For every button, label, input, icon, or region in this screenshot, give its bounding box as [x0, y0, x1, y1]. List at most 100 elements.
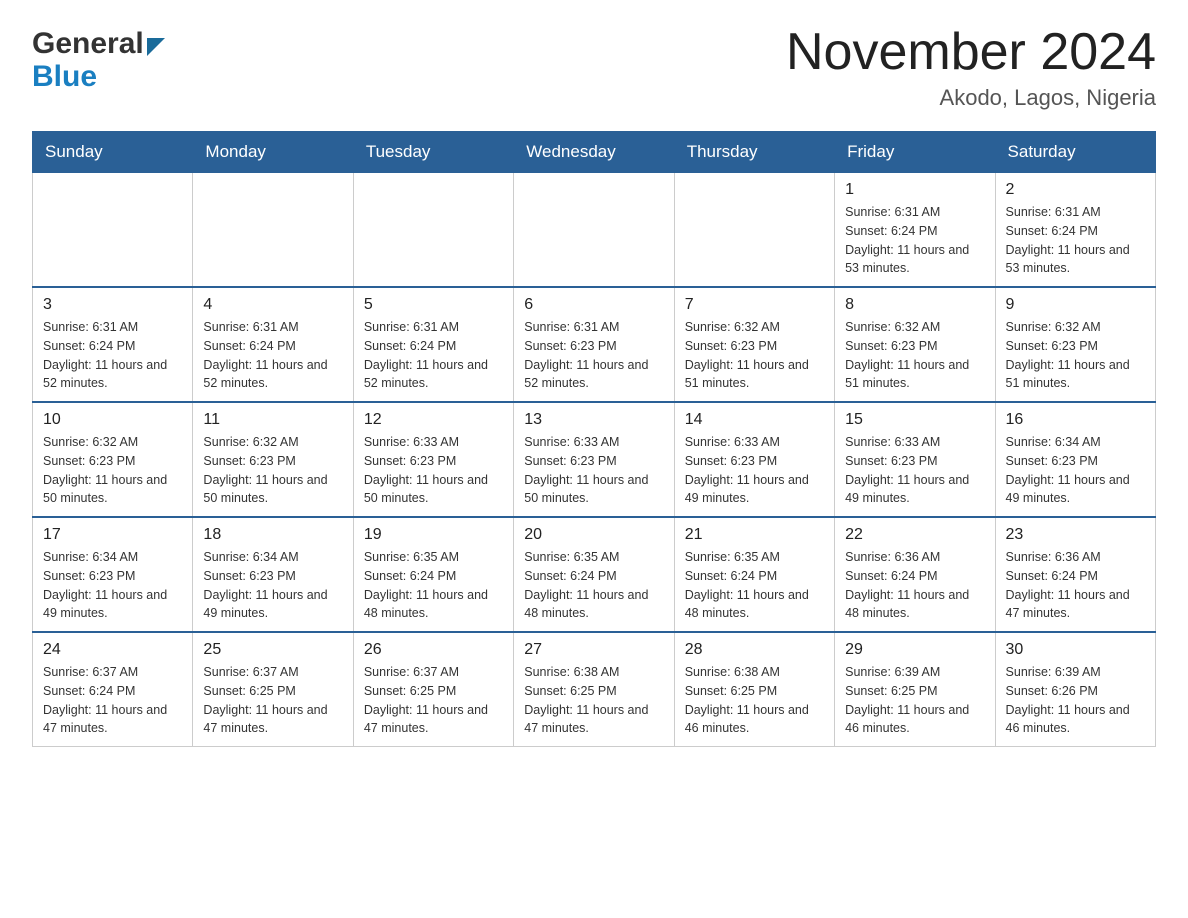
day-info: Sunrise: 6:31 AMSunset: 6:23 PMDaylight:…	[524, 318, 663, 393]
day-info: Sunrise: 6:32 AMSunset: 6:23 PMDaylight:…	[43, 433, 182, 508]
calendar-day	[514, 173, 674, 288]
page-title: November 2024	[786, 24, 1156, 81]
day-info: Sunrise: 6:37 AMSunset: 6:24 PMDaylight:…	[43, 663, 182, 738]
day-info: Sunrise: 6:37 AMSunset: 6:25 PMDaylight:…	[364, 663, 503, 738]
calendar-day: 1 Sunrise: 6:31 AMSunset: 6:24 PMDaylight…	[835, 173, 995, 288]
day-info: Sunrise: 6:39 AMSunset: 6:26 PMDaylight:…	[1006, 663, 1145, 738]
day-number: 30	[1006, 641, 1145, 659]
col-header-wednesday: Wednesday	[514, 132, 674, 173]
day-number: 5	[364, 296, 503, 314]
day-info: Sunrise: 6:31 AMSunset: 6:24 PMDaylight:…	[845, 203, 984, 278]
day-info: Sunrise: 6:35 AMSunset: 6:24 PMDaylight:…	[685, 548, 824, 623]
day-number: 26	[364, 641, 503, 659]
day-number: 20	[524, 526, 663, 544]
day-number: 28	[685, 641, 824, 659]
day-number: 27	[524, 641, 663, 659]
day-info: Sunrise: 6:32 AMSunset: 6:23 PMDaylight:…	[845, 318, 984, 393]
calendar-day: 12 Sunrise: 6:33 AMSunset: 6:23 PMDayligh…	[353, 402, 513, 517]
logo-blue-text: Blue	[32, 60, 97, 93]
day-number: 3	[43, 296, 182, 314]
day-info: Sunrise: 6:32 AMSunset: 6:23 PMDaylight:…	[685, 318, 824, 393]
day-info: Sunrise: 6:39 AMSunset: 6:25 PMDaylight:…	[845, 663, 984, 738]
logo-general-text: General	[32, 27, 144, 61]
day-info: Sunrise: 6:36 AMSunset: 6:24 PMDaylight:…	[845, 548, 984, 623]
calendar-day: 5Sunrise: 6:31 AMSunset: 6:24 PMDaylight…	[353, 287, 513, 402]
col-header-monday: Monday	[193, 132, 353, 173]
calendar-day	[33, 173, 193, 288]
calendar-day: 4 Sunrise: 6:31 AMSunset: 6:24 PMDaylight…	[193, 287, 353, 402]
day-info: Sunrise: 6:38 AMSunset: 6:25 PMDaylight:…	[685, 663, 824, 738]
day-number: 21	[685, 526, 824, 544]
calendar-week-3: 10 Sunrise: 6:32 AMSunset: 6:23 PMDayligh…	[33, 402, 1156, 517]
day-number: 1	[845, 181, 984, 199]
calendar-day: 3Sunrise: 6:31 AMSunset: 6:24 PMDaylight…	[33, 287, 193, 402]
day-number: 4	[203, 296, 342, 314]
day-info: Sunrise: 6:33 AMSunset: 6:23 PMDaylight:…	[845, 433, 984, 508]
day-number: 12	[364, 411, 503, 429]
calendar-day: 30 Sunrise: 6:39 AMSunset: 6:26 PMDayligh…	[995, 632, 1155, 747]
calendar-day: 15 Sunrise: 6:33 AMSunset: 6:23 PMDayligh…	[835, 402, 995, 517]
calendar-day: 19Sunrise: 6:35 AMSunset: 6:24 PMDayligh…	[353, 517, 513, 632]
day-number: 15	[845, 411, 984, 429]
calendar-day: 24Sunrise: 6:37 AMSunset: 6:24 PMDayligh…	[33, 632, 193, 747]
day-info: Sunrise: 6:32 AMSunset: 6:23 PMDaylight:…	[203, 433, 342, 508]
day-info: Sunrise: 6:36 AMSunset: 6:24 PMDaylight:…	[1006, 548, 1145, 623]
calendar-day: 26 Sunrise: 6:37 AMSunset: 6:25 PMDayligh…	[353, 632, 513, 747]
day-number: 7	[685, 296, 824, 314]
calendar-week-5: 24Sunrise: 6:37 AMSunset: 6:24 PMDayligh…	[33, 632, 1156, 747]
day-number: 18	[203, 526, 342, 544]
day-number: 19	[364, 526, 503, 544]
day-info: Sunrise: 6:34 AMSunset: 6:23 PMDaylight:…	[43, 548, 182, 623]
col-header-friday: Friday	[835, 132, 995, 173]
calendar-day: 28 Sunrise: 6:38 AMSunset: 6:25 PMDayligh…	[674, 632, 834, 747]
day-info: Sunrise: 6:38 AMSunset: 6:25 PMDaylight:…	[524, 663, 663, 738]
day-number: 6	[524, 296, 663, 314]
calendar-day: 23 Sunrise: 6:36 AMSunset: 6:24 PMDayligh…	[995, 517, 1155, 632]
calendar-day: 22 Sunrise: 6:36 AMSunset: 6:24 PMDayligh…	[835, 517, 995, 632]
day-number: 9	[1006, 296, 1145, 314]
calendar-day: 25Sunrise: 6:37 AMSunset: 6:25 PMDayligh…	[193, 632, 353, 747]
day-number: 11	[203, 411, 342, 429]
calendar-day: 17 Sunrise: 6:34 AMSunset: 6:23 PMDayligh…	[33, 517, 193, 632]
day-info: Sunrise: 6:32 AMSunset: 6:23 PMDaylight:…	[1006, 318, 1145, 393]
logo-arrow-icon	[147, 30, 165, 64]
day-number: 23	[1006, 526, 1145, 544]
calendar-day: 2 Sunrise: 6:31 AMSunset: 6:24 PMDaylight…	[995, 173, 1155, 288]
calendar-header-row: SundayMondayTuesdayWednesdayThursdayFrid…	[33, 132, 1156, 173]
col-header-tuesday: Tuesday	[353, 132, 513, 173]
day-number: 29	[845, 641, 984, 659]
calendar-day	[674, 173, 834, 288]
calendar-day: 16Sunrise: 6:34 AMSunset: 6:23 PMDayligh…	[995, 402, 1155, 517]
page-header: General Blue November 2024 Akodo, Lagos,…	[32, 24, 1156, 111]
calendar-day: 8 Sunrise: 6:32 AMSunset: 6:23 PMDaylight…	[835, 287, 995, 402]
day-number: 2	[1006, 181, 1145, 199]
day-info: Sunrise: 6:33 AMSunset: 6:23 PMDaylight:…	[685, 433, 824, 508]
calendar-day: 29 Sunrise: 6:39 AMSunset: 6:25 PMDayligh…	[835, 632, 995, 747]
day-number: 13	[524, 411, 663, 429]
day-number: 17	[43, 526, 182, 544]
calendar-day	[353, 173, 513, 288]
calendar-day: 7 Sunrise: 6:32 AMSunset: 6:23 PMDaylight…	[674, 287, 834, 402]
day-number: 10	[43, 411, 182, 429]
day-number: 14	[685, 411, 824, 429]
day-number: 8	[845, 296, 984, 314]
day-info: Sunrise: 6:31 AMSunset: 6:24 PMDaylight:…	[1006, 203, 1145, 278]
day-info: Sunrise: 6:34 AMSunset: 6:23 PMDaylight:…	[1006, 433, 1145, 508]
calendar-day: 21 Sunrise: 6:35 AMSunset: 6:24 PMDayligh…	[674, 517, 834, 632]
calendar-day: 27 Sunrise: 6:38 AMSunset: 6:25 PMDayligh…	[514, 632, 674, 747]
calendar-week-4: 17 Sunrise: 6:34 AMSunset: 6:23 PMDayligh…	[33, 517, 1156, 632]
day-info: Sunrise: 6:31 AMSunset: 6:24 PMDaylight:…	[203, 318, 342, 393]
calendar-day: 13Sunrise: 6:33 AMSunset: 6:23 PMDayligh…	[514, 402, 674, 517]
calendar-day: 10 Sunrise: 6:32 AMSunset: 6:23 PMDayligh…	[33, 402, 193, 517]
col-header-saturday: Saturday	[995, 132, 1155, 173]
day-info: Sunrise: 6:33 AMSunset: 6:23 PMDaylight:…	[364, 433, 503, 508]
calendar-day: 6 Sunrise: 6:31 AMSunset: 6:23 PMDaylight…	[514, 287, 674, 402]
day-info: Sunrise: 6:35 AMSunset: 6:24 PMDaylight:…	[524, 548, 663, 623]
calendar-day: 11 Sunrise: 6:32 AMSunset: 6:23 PMDayligh…	[193, 402, 353, 517]
calendar-day	[193, 173, 353, 288]
calendar-day: 18 Sunrise: 6:34 AMSunset: 6:23 PMDayligh…	[193, 517, 353, 632]
calendar-day: 14 Sunrise: 6:33 AMSunset: 6:23 PMDayligh…	[674, 402, 834, 517]
logo: General Blue	[32, 24, 165, 94]
day-number: 22	[845, 526, 984, 544]
day-info: Sunrise: 6:34 AMSunset: 6:23 PMDaylight:…	[203, 548, 342, 623]
